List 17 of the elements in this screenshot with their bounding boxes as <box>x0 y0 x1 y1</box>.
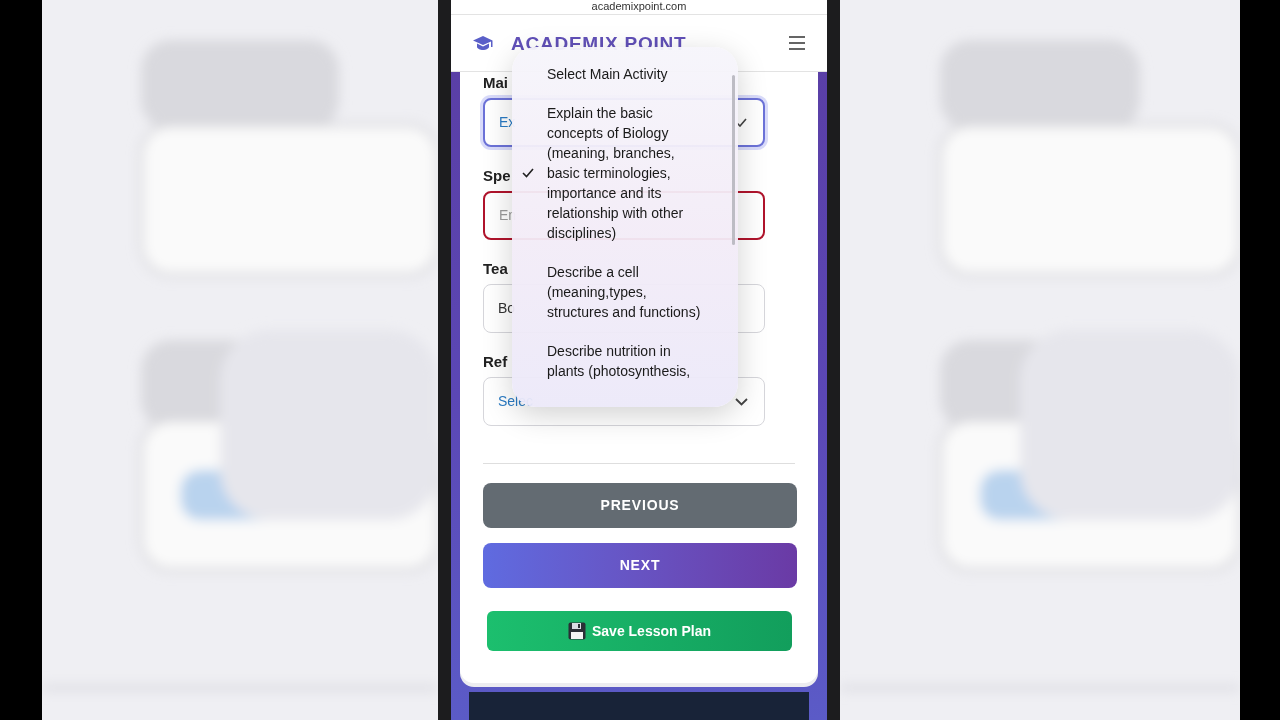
brand-name: ACADEMIX POINT <box>511 31 687 56</box>
check-icon <box>736 118 747 127</box>
check-icon <box>522 168 534 178</box>
dropdown-option[interactable]: Describe nutrition in plants (photosynthesis, <box>522 341 717 381</box>
dropdown-option[interactable]: Explain the basic concepts of Biology (meaning, branches, basic terminologies, importance and its relationship with other disciplines) <box>522 103 717 243</box>
previous-button[interactable]: PREVIOUS <box>483 483 797 528</box>
field-label: Spe <box>483 167 511 185</box>
chevron-down-icon <box>735 397 748 406</box>
graduation-cap-icon <box>473 35 493 51</box>
field-label: Tea <box>483 260 508 278</box>
field-label: Mai <box>483 74 508 92</box>
menu-icon[interactable] <box>789 36 805 50</box>
next-button[interactable]: NEXT <box>483 543 797 588</box>
url-text: academixpoint.com <box>591 0 687 14</box>
dropdown-option[interactable]: Select Main Activity <box>522 64 717 84</box>
dropdown-option[interactable]: Describe a cell (meaning,types, structures and functions) <box>522 262 717 322</box>
field-label: Ref <box>483 353 508 371</box>
